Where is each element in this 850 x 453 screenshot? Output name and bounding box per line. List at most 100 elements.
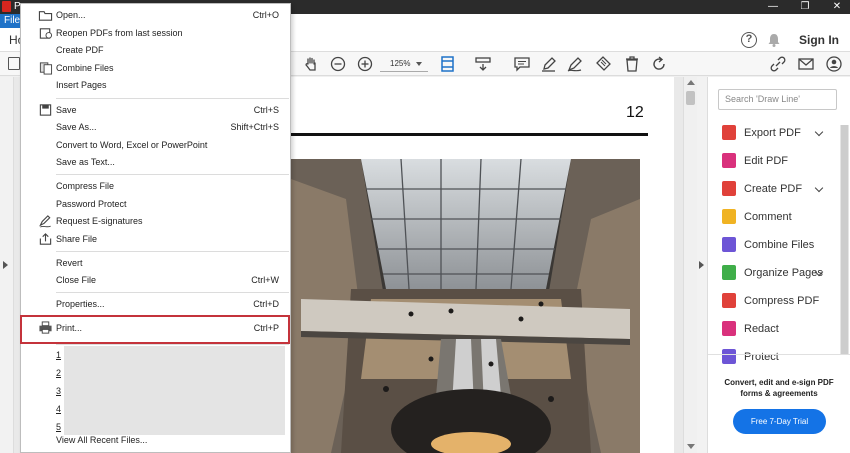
tool-edit-pdf[interactable]: Edit PDF	[722, 152, 842, 170]
right-gutter	[697, 77, 707, 453]
protect-icon	[722, 349, 736, 364]
menu-item-reopen-pdfs-from-last-session[interactable]: Reopen PDFs from last session	[21, 25, 290, 42]
tool-create-pdf[interactable]: Create PDF	[722, 180, 842, 198]
tool-label: Export PDF	[744, 127, 801, 139]
add-user-icon[interactable]	[825, 55, 843, 73]
page-number: 12	[626, 104, 644, 121]
compress-pdf-icon	[722, 293, 736, 308]
collapse-tools-pane-icon[interactable]	[699, 261, 704, 269]
menu-item-label: Properties...	[56, 299, 105, 309]
expand-left-panel-icon[interactable]	[3, 261, 8, 269]
tool-organize-pages[interactable]: Organize Pages	[722, 264, 842, 282]
document-scrollbar[interactable]	[683, 77, 697, 453]
maximize-button[interactable]: ❐	[790, 0, 820, 14]
view-all-recent-label: View All Recent Files...	[56, 435, 148, 445]
recent-file-number[interactable]: 4	[56, 402, 61, 416]
tool-combine-files[interactable]: Combine Files	[722, 236, 842, 254]
draw-icon[interactable]	[566, 55, 584, 73]
comment-icon[interactable]	[513, 55, 531, 73]
menu-item-label: Convert to Word, Excel or PowerPoint	[56, 140, 208, 150]
menu-item-label: Reopen PDFs from last session	[56, 28, 183, 38]
file-menu-dropdown: Open... Ctrl+O Reopen PDFs from last sessi…	[20, 3, 291, 453]
menu-separator	[56, 174, 289, 175]
tool-compress-pdf[interactable]: Compress PDF	[722, 292, 842, 310]
menu-item-compress-file[interactable]: Compress File	[21, 178, 290, 195]
recent-file-number[interactable]: 1	[56, 348, 61, 362]
tools-pane-divider	[708, 354, 850, 355]
menu-item-revert[interactable]: Revert	[21, 255, 290, 272]
menu-item-label: Insert Pages	[56, 80, 107, 90]
tool-protect[interactable]: Protect	[722, 348, 842, 366]
chevron-down-icon[interactable]	[814, 183, 824, 193]
menu-item-shortcut: Ctrl+O	[252, 10, 279, 20]
minimize-button[interactable]: —	[758, 0, 788, 14]
close-window-button[interactable]: ✕	[822, 0, 850, 14]
menu-item-create-pdf[interactable]: Create PDF	[21, 42, 290, 59]
menu-item-share-file[interactable]: Share File	[21, 231, 290, 248]
delete-icon[interactable]	[623, 55, 641, 73]
print-highlight-box	[20, 315, 290, 344]
menu-item-password-protect[interactable]: Password Protect	[21, 196, 290, 213]
menu-item-open[interactable]: Open... Ctrl+O	[21, 7, 290, 24]
comment-icon	[722, 209, 736, 224]
chevron-down-icon[interactable]	[814, 127, 824, 137]
recent-file-number[interactable]: 3	[56, 384, 61, 398]
tool-comment[interactable]: Comment	[722, 208, 842, 226]
stamp-icon[interactable]	[594, 55, 612, 73]
sign-in-button[interactable]: Sign In	[799, 28, 839, 52]
tool-redact[interactable]: Redact	[722, 320, 842, 338]
zoom-dropdown-icon[interactable]	[416, 62, 422, 66]
zoom-out-icon[interactable]	[329, 55, 347, 73]
menu-item-convert-to-word-excel-or-powerpoint[interactable]: Convert to Word, Excel or PowerPoint	[21, 137, 290, 154]
scroll-down-icon[interactable]	[687, 444, 695, 449]
tools-pane-scrollbar[interactable]	[840, 125, 849, 355]
menu-item-insert-pages[interactable]: Insert Pages	[21, 77, 290, 94]
rotate-icon[interactable]	[650, 55, 668, 73]
menu-item-close-file[interactable]: Close File Ctrl+W	[21, 272, 290, 289]
highlight-pen-icon[interactable]	[540, 55, 558, 73]
tool-label: Comment	[744, 211, 792, 223]
menu-item-properties[interactable]: Properties... Ctrl+D	[21, 296, 290, 313]
tool-export-pdf[interactable]: Export PDF	[722, 124, 842, 142]
menu-item-label: Request E-signatures	[56, 216, 143, 226]
tool-label: Edit PDF	[744, 155, 789, 167]
fit-page-icon[interactable]	[439, 55, 457, 73]
e-signature-icon	[39, 215, 51, 228]
combine-files-icon	[722, 237, 736, 252]
help-icon[interactable]: ?	[741, 32, 757, 48]
promo-text: Convert, edit and e-sign PDF forms & agr…	[724, 378, 834, 398]
menu-item-shortcut: Ctrl+D	[253, 299, 279, 309]
view-all-recent-files[interactable]: View All Recent Files...	[21, 432, 290, 449]
menu-item-label: Compress File	[56, 181, 115, 191]
mail-icon[interactable]	[797, 55, 815, 73]
menu-item-shortcut: Shift+Ctrl+S	[230, 122, 279, 132]
edit-pdf-icon	[722, 153, 736, 168]
tools-pane-scroll-thumb[interactable]	[841, 125, 848, 355]
scrollbar-thumb[interactable]	[686, 91, 695, 105]
menu-item-save-as-text[interactable]: Save as Text...	[21, 154, 290, 171]
scroll-up-icon[interactable]	[687, 80, 695, 85]
tools-search-input[interactable]: Search 'Draw Line'	[718, 89, 837, 110]
toolbar-save-icon[interactable]	[8, 57, 20, 70]
tool-label: Organize Pages	[744, 267, 823, 279]
recent-files-list[interactable]	[64, 346, 285, 435]
pdf-page: 12	[280, 77, 674, 453]
scroll-mode-icon[interactable]	[474, 55, 492, 73]
zoom-in-icon[interactable]	[356, 55, 374, 73]
free-trial-button[interactable]: Free 7-Day Trial	[733, 409, 826, 434]
create-pdf-icon	[722, 181, 736, 196]
menu-item-save-as[interactable]: Save As... Shift+Ctrl+S	[21, 119, 290, 136]
link-sign-icon[interactable]	[769, 55, 787, 73]
bell-icon[interactable]	[766, 32, 782, 48]
menu-item-combine-files[interactable]: Combine Files	[21, 60, 290, 77]
export-pdf-icon	[722, 125, 736, 140]
menu-item-request-e-signatures[interactable]: Request E-signatures	[21, 213, 290, 230]
menu-item-label: Open...	[56, 10, 86, 20]
tools-pane: Search 'Draw Line' Export PDF Edit PDF Cre…	[707, 77, 850, 453]
hand-tool-icon[interactable]	[302, 55, 320, 73]
tool-label: Redact	[744, 323, 779, 335]
menu-item-save[interactable]: Save Ctrl+S	[21, 102, 290, 119]
tool-label: Create PDF	[744, 183, 803, 195]
page-rule	[280, 133, 648, 136]
recent-file-number[interactable]: 2	[56, 366, 61, 380]
